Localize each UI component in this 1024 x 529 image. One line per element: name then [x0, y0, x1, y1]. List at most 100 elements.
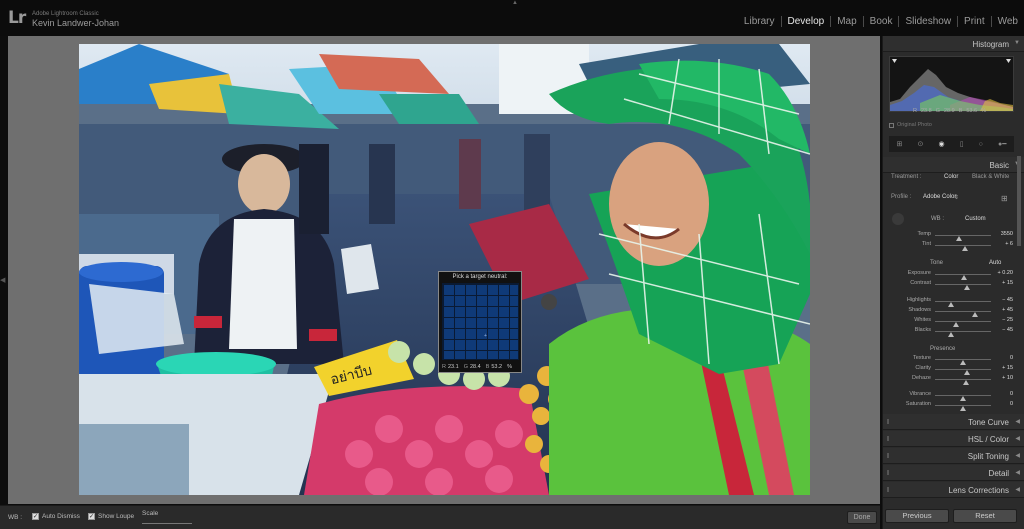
slider-highlights[interactable]: Highlights − 45: [887, 297, 1017, 307]
treatment-color-button[interactable]: Color: [944, 174, 958, 180]
basic-panel-header[interactable]: Basic ▼: [883, 157, 1024, 173]
slider-value[interactable]: 0: [1010, 391, 1013, 397]
slider-thumb[interactable]: [963, 285, 970, 290]
panel-switch-icon[interactable]: [887, 470, 889, 475]
market-photo[interactable]: อย่าบีบ: [79, 44, 810, 495]
profile-browser-icon[interactable]: ⊞: [1001, 194, 1008, 203]
slider-value[interactable]: + 15: [1002, 365, 1013, 371]
slider-clarity[interactable]: Clarity + 15: [887, 365, 1017, 375]
wb-dropdown[interactable]: Custom: [965, 216, 986, 222]
collapse-top-icon[interactable]: ▲: [512, 0, 518, 6]
slider-thumb[interactable]: [947, 332, 954, 337]
slider-track[interactable]: [935, 395, 991, 401]
slider-track[interactable]: [935, 245, 991, 251]
slider-shadows[interactable]: Shadows + 45: [887, 307, 1017, 317]
slider-track[interactable]: [935, 321, 991, 327]
tool-strip: ⊞ ⊙ ◉ ▯ ○ ●━: [889, 136, 1014, 152]
slider-temp[interactable]: Temp 3550: [887, 231, 1017, 241]
slider-track[interactable]: [935, 301, 991, 307]
slider-contrast[interactable]: Contrast + 15: [887, 280, 1017, 290]
slider-value[interactable]: + 45: [1002, 307, 1013, 313]
lightroom-window: Lr Adobe Lightroom Classic Kevin Landwer…: [0, 0, 1024, 529]
slider-value[interactable]: + 0.20: [998, 270, 1013, 276]
collapse-left-icon[interactable]: ◀: [0, 276, 5, 284]
treatment-bw-button[interactable]: Black & White: [972, 174, 1009, 180]
slider-value[interactable]: 3550: [1001, 231, 1013, 237]
slider-blacks[interactable]: Blacks − 45: [887, 327, 1017, 337]
histo-b-label: B: [958, 108, 963, 114]
graduated-filter-icon[interactable]: ▯: [960, 140, 964, 148]
module-map[interactable]: Map: [830, 16, 862, 27]
slider-track[interactable]: [935, 274, 991, 280]
slider-value[interactable]: 0: [1010, 401, 1013, 407]
auto-tone-button[interactable]: Auto: [989, 260, 1001, 266]
detail-panel-header[interactable]: Detail ◀: [883, 465, 1024, 481]
module-book[interactable]: Book: [862, 16, 899, 27]
module-slideshow[interactable]: Slideshow: [898, 16, 957, 27]
module-develop[interactable]: Develop: [780, 16, 831, 27]
auto-dismiss-checkbox[interactable]: ✓ Auto Dismiss: [32, 513, 80, 520]
module-web[interactable]: Web: [990, 16, 1024, 27]
top-bar: Lr Adobe Lightroom Classic Kevin Landwer…: [0, 0, 1024, 36]
tone-curve-panel-header[interactable]: Tone Curve ◀: [883, 414, 1024, 430]
slider-tint[interactable]: Tint + 6: [887, 241, 1017, 251]
slider-exposure[interactable]: Exposure + 0.20: [887, 270, 1017, 280]
previous-button[interactable]: Previous: [885, 509, 949, 523]
panel-switch-icon[interactable]: [887, 487, 889, 492]
slider-track[interactable]: [935, 235, 991, 241]
check-icon: ✓: [32, 513, 39, 520]
done-button[interactable]: Done: [847, 511, 877, 524]
slider-value[interactable]: − 25: [1002, 317, 1013, 323]
slider-thumb[interactable]: [961, 246, 968, 251]
slider-vibrance[interactable]: Vibrance 0: [887, 391, 1017, 401]
scale-slider[interactable]: [142, 523, 192, 524]
lens-corrections-title: Lens Corrections: [948, 486, 1009, 495]
slider-track[interactable]: [935, 284, 991, 290]
slider-value[interactable]: + 6: [1005, 241, 1013, 247]
panel-switch-icon[interactable]: [887, 419, 889, 424]
slider-track[interactable]: [935, 379, 991, 385]
slider-value[interactable]: + 10: [1002, 375, 1013, 381]
profile-dropdown[interactable]: Adobe Color: [923, 194, 956, 200]
slider-track[interactable]: [935, 405, 991, 411]
panel-scrollbar[interactable]: [1017, 156, 1021, 246]
hsl-panel-header[interactable]: HSL / Color ◀: [883, 431, 1024, 447]
wb-eyedropper-icon[interactable]: [892, 213, 904, 225]
original-photo-label: Original Photo: [897, 122, 932, 128]
lens-corrections-panel-header[interactable]: Lens Corrections ◀: [883, 482, 1024, 498]
panel-switch-icon[interactable]: [887, 453, 889, 458]
histogram-panel-header[interactable]: Histogram ▼: [883, 36, 1024, 52]
panel-switch-icon[interactable]: [887, 436, 889, 441]
slider-thumb[interactable]: [960, 406, 966, 411]
spot-removal-icon[interactable]: ⊙: [918, 140, 924, 148]
loupe-unit: %: [507, 364, 512, 370]
slider-texture[interactable]: Texture 0: [887, 355, 1017, 365]
show-loupe-checkbox[interactable]: ✓ Show Loupe: [88, 513, 134, 520]
radial-filter-icon[interactable]: ○: [979, 141, 983, 148]
dropdown-arrow-icon[interactable]: ⇕: [954, 194, 959, 201]
slider-thumb[interactable]: [962, 380, 969, 385]
adjustment-brush-icon[interactable]: ●━: [998, 140, 1006, 148]
slider-dehaze[interactable]: Dehaze + 10: [887, 375, 1017, 385]
crop-tool-icon[interactable]: ⊞: [897, 140, 903, 148]
slider-track[interactable]: [935, 311, 991, 317]
module-print[interactable]: Print: [957, 16, 991, 27]
basic-title: Basic: [989, 161, 1009, 170]
red-eye-icon[interactable]: ◉: [938, 140, 944, 148]
slider-track[interactable]: [935, 359, 991, 365]
slider-value[interactable]: − 45: [1002, 297, 1013, 303]
slider-track[interactable]: [935, 369, 991, 375]
target-neutral-loupe: Pick a target neutral: + R 23.1 G 28.4 B 53…: [438, 271, 522, 373]
slider-value[interactable]: − 45: [1002, 327, 1013, 333]
slider-saturation[interactable]: Saturation 0: [887, 401, 1017, 411]
slider-value[interactable]: 0: [1010, 355, 1013, 361]
slider-label: Blacks: [914, 327, 931, 333]
slider-value[interactable]: + 15: [1002, 280, 1013, 286]
split-toning-panel-header[interactable]: Split Toning ◀: [883, 448, 1024, 464]
reset-button[interactable]: Reset: [953, 509, 1017, 523]
original-photo-toggle[interactable]: Original Photo: [889, 122, 932, 128]
slider-whites[interactable]: Whites − 25: [887, 317, 1017, 327]
histogram-title: Histogram: [972, 40, 1009, 49]
slider-track[interactable]: [935, 331, 991, 337]
module-library[interactable]: Library: [738, 16, 781, 27]
